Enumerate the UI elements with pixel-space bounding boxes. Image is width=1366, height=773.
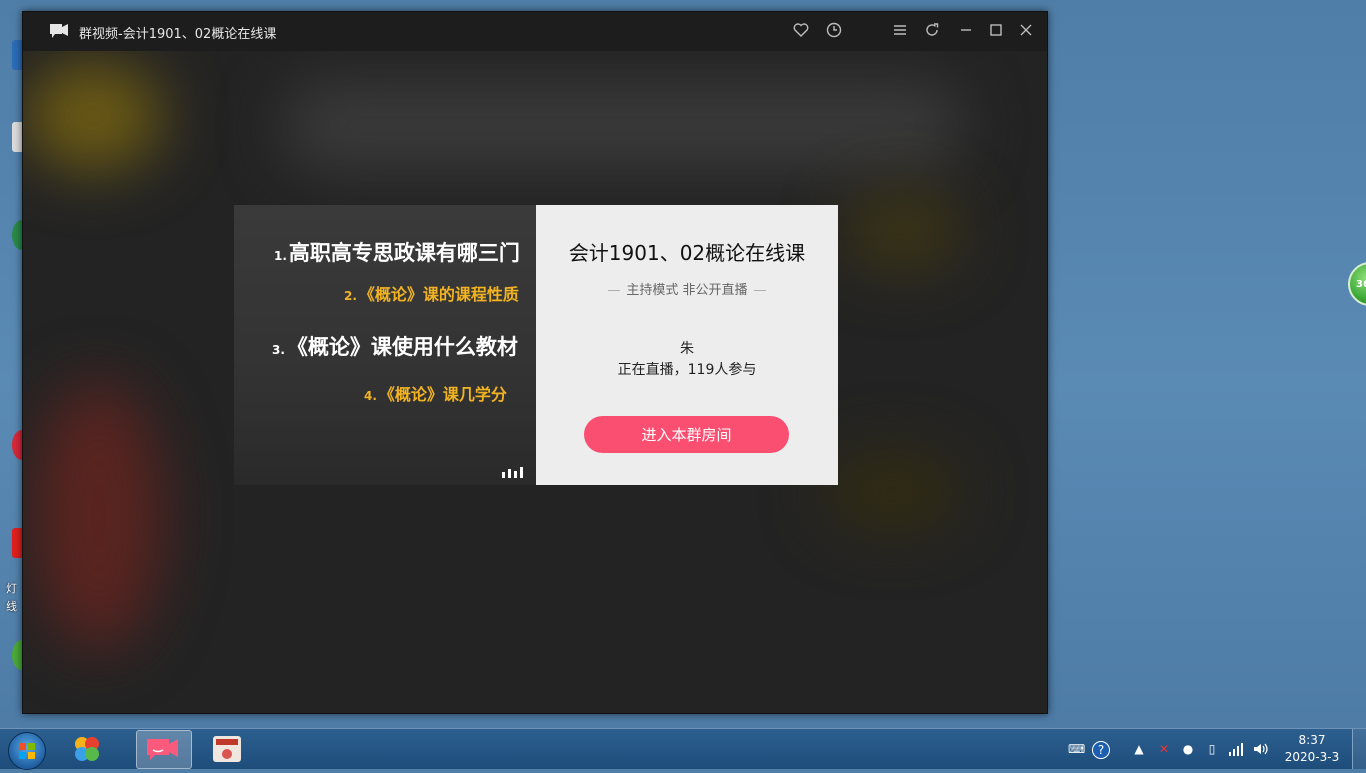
- video-chat-icon: [147, 739, 178, 760]
- taskbar-app-document[interactable]: [200, 730, 254, 767]
- floating-widget[interactable]: 36: [1348, 262, 1366, 306]
- keyboard-icon[interactable]: ⌨: [1068, 741, 1085, 757]
- video-chat-icon: [50, 24, 68, 38]
- slide-number: 1.: [274, 249, 287, 263]
- background-blur: [23, 61, 163, 171]
- windows-logo-icon: [19, 743, 35, 759]
- background-blur: [843, 191, 963, 271]
- widget-label: 36: [1356, 278, 1366, 290]
- close-icon[interactable]: [1016, 22, 1036, 42]
- network-error-icon[interactable]: ✕: [1156, 741, 1172, 757]
- slide-number: 3.: [272, 343, 285, 357]
- slide-line: 4. 《概论》课几学分: [364, 381, 507, 405]
- tray-expand-icon[interactable]: ▲: [1131, 741, 1147, 757]
- background-blur: [823, 451, 963, 531]
- menu-icon[interactable]: [890, 22, 910, 42]
- host-name: 朱: [680, 341, 694, 357]
- enter-room-button[interactable]: 进入本群房间: [584, 416, 789, 453]
- slide-number: 4.: [364, 389, 377, 403]
- desktop-label: 线: [6, 600, 17, 613]
- signal-strength-icon[interactable]: [1228, 741, 1244, 757]
- refresh-icon[interactable]: [922, 22, 942, 42]
- history-icon[interactable]: [824, 22, 844, 42]
- room-mode: — 主持模式 非公开直播 —: [607, 283, 767, 298]
- clock-date: 2020-3-3: [1284, 750, 1340, 764]
- qq-penguin-icon[interactable]: ●: [1180, 741, 1196, 757]
- slide-text: 高职高专思政课有哪三门: [288, 241, 520, 265]
- start-button[interactable]: [8, 732, 46, 770]
- taskbar-app-group-video[interactable]: [136, 730, 192, 769]
- group-name: 会计1901、02概论在线课: [568, 241, 806, 265]
- pinwheel-icon: [75, 737, 99, 761]
- heart-icon[interactable]: [791, 22, 811, 42]
- group-video-window: 群视频-会计1901、02概论在线课 1.高职高专思政课有哪三门 2. 《概论》…: [22, 11, 1048, 714]
- slide-text: 《概论》课几学分: [378, 385, 507, 404]
- help-icon[interactable]: ?: [1092, 741, 1110, 759]
- volume-icon[interactable]: [1252, 741, 1268, 757]
- taskbar-app-pinwheel[interactable]: [60, 730, 114, 767]
- slide-number: 2.: [344, 289, 357, 303]
- show-desktop-button[interactable]: [1352, 729, 1366, 769]
- live-preview[interactable]: 1.高职高专思政课有哪三门 2. 《概论》课的课程性质 3.《概论》课使用什么教材…: [234, 205, 536, 485]
- title-bar[interactable]: 群视频-会计1901、02概论在线课: [23, 12, 1047, 51]
- room-info-panel: 会计1901、02概论在线课 — 主持模式 非公开直播 — 朱 正在直播，119人参…: [536, 205, 838, 485]
- slide-text: 《概论》课的课程性质: [358, 285, 519, 304]
- maximize-icon[interactable]: [986, 22, 1006, 42]
- slide-line: 3.《概论》课使用什么教材: [272, 331, 518, 361]
- room-mode-text: 主持模式 非公开直播: [626, 283, 748, 298]
- presentation-icon: [213, 736, 241, 762]
- background-blur: [33, 381, 163, 651]
- desktop-label: 灯: [6, 582, 17, 595]
- video-area: 1.高职高专思政课有哪三门 2. 《概论》课的课程性质 3.《概论》课使用什么教材…: [23, 51, 1047, 713]
- background-blur: [283, 81, 963, 171]
- clock-time: 8:37: [1298, 733, 1326, 747]
- system-clock[interactable]: 8:37 2020-3-3: [1280, 732, 1344, 766]
- slide-line: 1.高职高专思政课有哪三门: [274, 237, 520, 267]
- minimize-icon[interactable]: [956, 22, 976, 42]
- taskbar: ⌨ ? ▲ ✕ ● ▯ 8:37 2020-3-3: [0, 728, 1366, 770]
- slide-line: 2. 《概论》课的课程性质: [344, 281, 519, 305]
- usb-device-icon[interactable]: ▯: [1204, 741, 1220, 757]
- window-title: 群视频-会计1901、02概论在线课: [79, 27, 277, 42]
- signal-icon: [502, 467, 523, 478]
- slide-text: 《概论》课使用什么教材: [286, 335, 518, 359]
- live-status: 正在直播，119人参与: [617, 362, 757, 378]
